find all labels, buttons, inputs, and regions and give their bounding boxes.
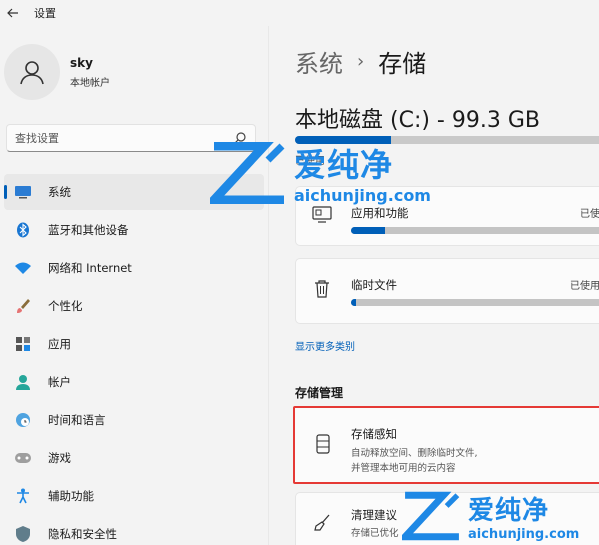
sidebar-item-system[interactable]: 系统 bbox=[4, 174, 264, 210]
category-card-temp-files[interactable]: 临时文件 已使用 bbox=[295, 258, 599, 324]
category-usage-fill bbox=[351, 227, 385, 234]
user-account-type: 本地帐户 bbox=[70, 77, 110, 89]
apps-icon bbox=[14, 336, 32, 352]
broom-icon bbox=[312, 513, 332, 533]
apps-features-icon bbox=[312, 205, 332, 225]
sidebar-item-privacy[interactable]: 隐私和安全性 bbox=[4, 516, 264, 545]
show-more-categories-link[interactable]: 显示更多类别 bbox=[295, 338, 355, 353]
shield-icon bbox=[14, 526, 32, 542]
category-title: 临时文件 bbox=[351, 278, 397, 292]
bluetooth-icon bbox=[14, 222, 32, 238]
title-bar: 设置 bbox=[0, 0, 599, 26]
breadcrumb-parent[interactable]: 系统 bbox=[295, 44, 343, 79]
sidebar-item-label: 网络和 Internet bbox=[48, 261, 132, 275]
back-arrow-icon bbox=[7, 8, 18, 18]
back-button[interactable] bbox=[0, 0, 26, 26]
storage-sense-desc-line2: 并管理本地可用的云内容 bbox=[351, 463, 456, 474]
sidebar-item-time-language[interactable]: 时间和语言 bbox=[4, 402, 264, 438]
disk-usage-fill bbox=[295, 136, 392, 144]
category-used-label: 已使 bbox=[580, 209, 599, 220]
sidebar-item-apps[interactable]: 应用 bbox=[4, 326, 264, 362]
category-used-label: 已使用 bbox=[570, 281, 599, 292]
nav-list: 系统 蓝牙和其他设备 网络和 Internet 个性化 应用 帐户 时间和语言 … bbox=[4, 174, 264, 545]
sidebar-item-personalization[interactable]: 个性化 bbox=[4, 288, 264, 324]
sidebar-item-accounts[interactable]: 帐户 bbox=[4, 364, 264, 400]
category-usage-bar bbox=[351, 299, 599, 306]
storage-sense-desc-line1: 自动释放空间、删除临时文件, bbox=[351, 448, 478, 459]
sidebar-item-label: 游戏 bbox=[48, 451, 71, 465]
sidebar-item-gaming[interactable]: 游戏 bbox=[4, 440, 264, 476]
category-usage-fill bbox=[351, 299, 357, 306]
sidebar-item-label: 隐私和安全性 bbox=[48, 527, 117, 541]
page-title: 存储 bbox=[378, 50, 427, 78]
cleanup-title: 清理建议 bbox=[351, 508, 397, 522]
avatar bbox=[4, 44, 60, 100]
brush-icon bbox=[14, 298, 32, 314]
monitor-icon bbox=[14, 184, 32, 200]
person-avatar-icon bbox=[20, 61, 44, 85]
cleanup-recommendations-card[interactable]: 清理建议 存储已优化 bbox=[295, 492, 599, 545]
sidebar-item-bluetooth[interactable]: 蓝牙和其他设备 bbox=[4, 212, 264, 248]
storage-sense-title: 存储感知 bbox=[351, 427, 397, 441]
sidebar-item-label: 帐户 bbox=[48, 375, 71, 389]
sidebar: sky 本地帐户 系统 蓝牙和其他设备 网络和 Internet bbox=[0, 26, 268, 545]
cleanup-description: 存储已优化 bbox=[351, 528, 399, 539]
wifi-icon bbox=[14, 260, 32, 276]
storage-sense-description: 自动释放空间、删除临时文件, 并管理本地可用的云内容 bbox=[351, 446, 591, 476]
sidebar-item-accessibility[interactable]: 辅助功能 bbox=[4, 478, 264, 514]
search-box[interactable] bbox=[6, 124, 256, 152]
accessibility-icon bbox=[14, 488, 32, 504]
trash-icon bbox=[312, 279, 332, 299]
sidebar-item-label: 辅助功能 bbox=[48, 489, 94, 503]
sidebar-item-label: 个性化 bbox=[48, 299, 83, 313]
disk-title: 本地磁盘 (C:) - 99.3 GB bbox=[295, 108, 540, 133]
globe-clock-icon bbox=[14, 412, 32, 428]
app-title: 设置 bbox=[34, 7, 56, 20]
gamepad-icon bbox=[14, 450, 32, 466]
disk-used-label: 已使用 bbox=[295, 156, 325, 167]
category-usage-bar bbox=[351, 227, 599, 234]
search-input[interactable] bbox=[15, 131, 233, 145]
storage-management-heading: 存储管理 bbox=[295, 386, 344, 400]
main-content: 系统 › 存储 本地磁盘 (C:) - 99.3 GB 已使用 应用和功能 已使… bbox=[269, 26, 599, 545]
storage-drive-icon bbox=[313, 434, 333, 454]
sidebar-item-label: 时间和语言 bbox=[48, 413, 106, 427]
breadcrumb: 系统 › 存储 bbox=[295, 44, 426, 79]
search-icon[interactable] bbox=[233, 131, 247, 145]
user-card[interactable]: sky 本地帐户 bbox=[4, 44, 110, 100]
person-icon bbox=[14, 374, 32, 390]
sidebar-item-network[interactable]: 网络和 Internet bbox=[4, 250, 264, 286]
category-title: 应用和功能 bbox=[351, 206, 409, 220]
sidebar-item-label: 应用 bbox=[48, 337, 71, 351]
sidebar-item-label: 蓝牙和其他设备 bbox=[48, 223, 129, 237]
sidebar-item-label: 系统 bbox=[48, 185, 71, 199]
category-card-apps[interactable]: 应用和功能 已使 bbox=[295, 186, 599, 246]
disk-usage-bar bbox=[295, 136, 599, 144]
storage-sense-card[interactable]: 存储感知 自动释放空间、删除临时文件, 并管理本地可用的云内容 bbox=[293, 406, 599, 484]
breadcrumb-separator: › bbox=[357, 51, 365, 72]
user-name: sky bbox=[70, 55, 93, 70]
